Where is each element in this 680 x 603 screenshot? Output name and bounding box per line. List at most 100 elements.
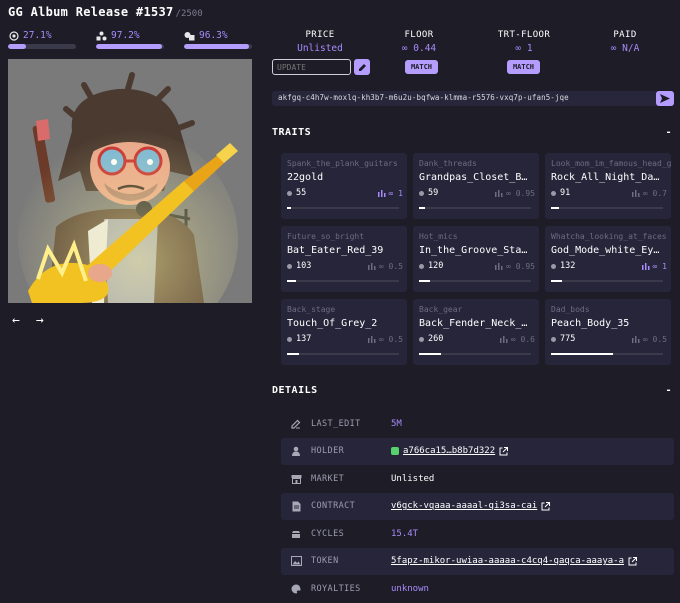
count-dot-icon [419, 190, 424, 196]
floor-icon [631, 336, 640, 343]
trait-card[interactable]: Look_mom_im_famous_head_gear Rock_All_Nig… [545, 153, 671, 219]
trait-card[interactable]: Spank_the_plank_guitars 22gold 55 ∞ 1 [281, 153, 407, 219]
detail-row-contract: CONTRACT v6gck-vqaaa-aaaal-qi3sa-cai [281, 492, 674, 520]
details-heading: DETAILS [272, 385, 318, 396]
detail-row-holder: HOLDER a766ca15…b8b7d322 [281, 437, 674, 465]
trait-rarity-bar [419, 353, 531, 355]
trait-floor: ∞ 0.95 [494, 262, 535, 271]
trait-type: Look_mom_im_famous_head_gear [551, 159, 671, 168]
trt-floor-label: TRT-FLOOR [497, 30, 551, 40]
detail-label: TOKEN [311, 556, 339, 567]
detail-label: CYCLES [311, 528, 345, 539]
trt-floor-value: ∞ 1 [515, 43, 533, 54]
floor-icon [641, 263, 650, 270]
detail-value[interactable]: v6gck-vqaaa-aaaal-qi3sa-cai [391, 501, 551, 511]
trait-card[interactable]: Back_stage Touch_Of_Grey_2 137 ∞ 0.5 [281, 299, 407, 365]
trait-count: 55 [287, 188, 306, 198]
floor-value: ∞ 0.44 [401, 43, 437, 54]
trait-floor: ∞ 1 [377, 189, 403, 198]
trait-card[interactable]: Hot_mics In_the_Groove_Sta… 120 ∞ 0.95 [413, 226, 539, 292]
trait-card[interactable]: Dank_threads Grandpas_Closet_B… 59 ∞ 0.95 [413, 153, 539, 219]
trait-type: Dad_bods [551, 305, 590, 314]
trait-floor: ∞ 1 [641, 262, 667, 271]
trt-floor-column: TRT-FLOOR ∞ 1 [470, 30, 578, 57]
collapse-traits-icon[interactable]: - [665, 127, 672, 138]
collapse-details-icon[interactable]: - [665, 385, 672, 396]
count-dot-icon [419, 263, 424, 269]
floor-icon [495, 190, 503, 197]
edit-icon [281, 419, 311, 429]
detail-value[interactable]: 5fapz-mikor-uwiaa-aaaaa-c4cq4-qaqca-aaay… [391, 556, 637, 566]
trait-card[interactable]: Dad_bods Peach_Body_35 775 ∞ 0.5 [545, 299, 671, 365]
detail-row-last-edit: LAST_EDIT 5M [281, 410, 674, 438]
count-dot-icon [287, 190, 292, 196]
count-dot-icon [419, 336, 424, 342]
detail-label: ROYALTIES [311, 583, 361, 594]
trait-card[interactable]: Future_so_bright Bat_Eater_Red_39 103 ∞ 0.5 [281, 226, 407, 292]
trait-card[interactable]: Whatcha_looking_at_faces God_Mode_white_E… [545, 226, 671, 292]
title-row: GG Album Release #1537 /2500 [8, 5, 203, 19]
count-dot-icon [287, 336, 292, 342]
trait-rarity-bar [287, 280, 399, 282]
send-button[interactable] [656, 91, 674, 106]
next-arrow-icon[interactable]: → [36, 313, 44, 328]
trait-floor: ∞ 0.7 [631, 189, 667, 198]
floor-icon [367, 263, 376, 270]
trait-floor: ∞ 0.5 [631, 335, 667, 344]
traits-heading: TRAITS [272, 127, 312, 138]
trait-rarity-bar [287, 353, 399, 355]
trait-rarity-bar [419, 207, 531, 209]
detail-value[interactable]: a766ca15…b8b7d322 [391, 446, 509, 456]
match-trt-floor-button[interactable]: MATCH [507, 60, 540, 74]
detail-label: LAST_EDIT [311, 418, 361, 429]
external-link-icon [541, 501, 551, 511]
nft-artwork[interactable] [8, 59, 252, 303]
prev-arrow-icon[interactable]: ← [12, 313, 20, 328]
trait-card[interactable]: Back_gear Back_Fender_Neck_… 260 ∞ 0.6 [413, 299, 539, 365]
details-header[interactable]: DETAILS - [272, 385, 672, 396]
store-icon [281, 474, 311, 484]
trait-type: Hot_mics [419, 232, 458, 241]
stat-bar [184, 44, 252, 49]
trait-rarity-bar [419, 280, 531, 282]
trait-type: Back_gear [419, 305, 463, 314]
detail-row-cycles: CYCLES 15.4T [281, 520, 674, 548]
nav-arrows: ← → [12, 313, 44, 328]
price-update-input[interactable] [272, 59, 351, 75]
trait-count: 91 [551, 188, 570, 198]
price-value: Unlisted [297, 43, 343, 54]
trait-rarity-bar [551, 353, 663, 355]
floor-icon [495, 263, 503, 270]
detail-label: MARKET [311, 473, 345, 484]
trait-rarity-bar [551, 207, 663, 209]
detail-row-market: MARKET Unlisted [281, 465, 674, 493]
traits-header[interactable]: TRAITS - [272, 127, 672, 138]
detail-row-token: TOKEN 5fapz-mikor-uwiaa-aaaaa-c4cq4-qaqca… [281, 547, 674, 575]
count-dot-icon [551, 336, 556, 342]
collection-total: /2500 [175, 9, 203, 19]
send-icon [660, 94, 670, 103]
palette-icon [281, 584, 311, 594]
edit-icon [358, 63, 366, 71]
match-floor-button[interactable]: MATCH [405, 60, 438, 74]
trait-floor: ∞ 0.95 [494, 189, 535, 198]
trait-name: God_Mode_white_Ey… [551, 245, 660, 256]
detail-label: HOLDER [311, 446, 345, 457]
triangle-icon [96, 30, 107, 41]
trait-name: Bat_Eater_Red_39 [287, 245, 384, 256]
trait-name: 22gold [287, 172, 324, 183]
trait-type: Whatcha_looking_at_faces [551, 232, 667, 241]
edit-price-button[interactable] [354, 59, 370, 75]
address-text: akfgq-c4h7w-moxlq-kh3b7-m6u2u-bqfwa-klmm… [278, 93, 569, 102]
external-link-icon [628, 556, 637, 566]
paid-label: PAID [613, 30, 637, 40]
address-bar[interactable]: akfgq-c4h7w-moxlq-kh3b7-m6u2u-bqfwa-klmm… [272, 91, 674, 106]
trait-floor: ∞ 0.5 [367, 262, 403, 271]
floor-icon [367, 336, 376, 343]
floor-icon [631, 190, 640, 197]
user-icon [281, 446, 311, 457]
trait-count: 137 [287, 334, 311, 344]
detail-value: unknown [391, 583, 429, 594]
stat-2: 97.2% [96, 30, 164, 49]
trait-name: Grandpas_Closet_B… [419, 172, 528, 183]
